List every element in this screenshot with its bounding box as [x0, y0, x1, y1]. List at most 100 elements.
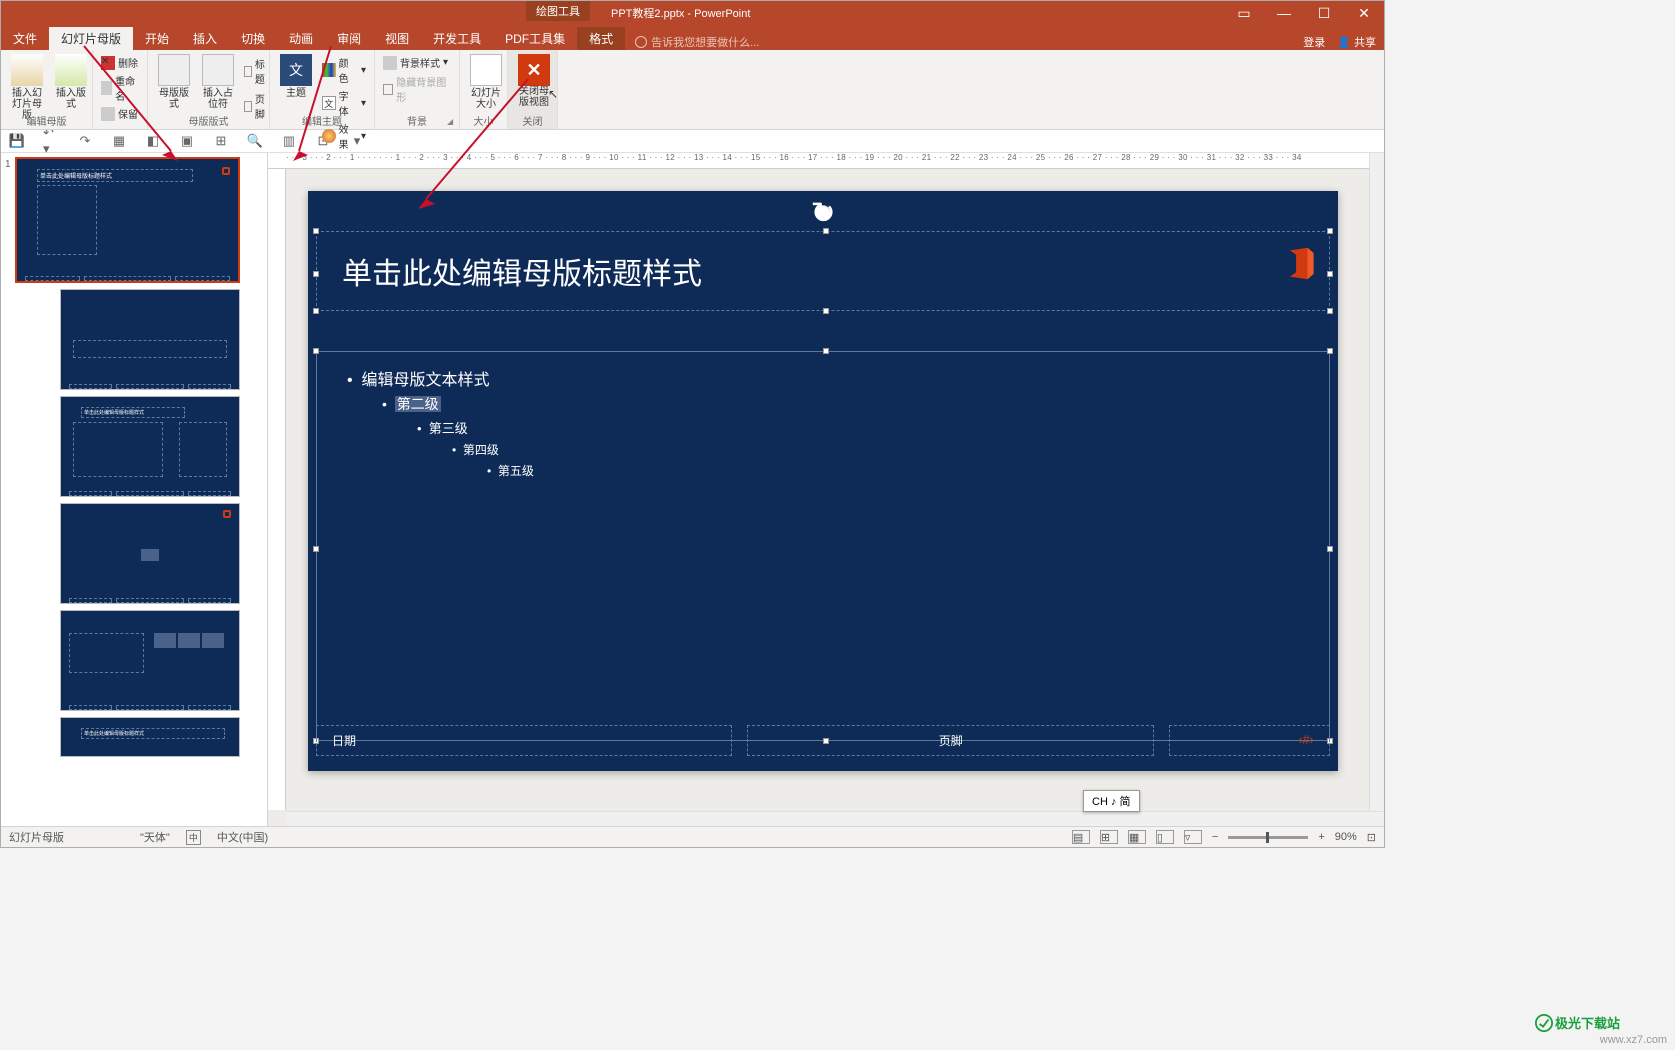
master-layout-button[interactable]: 母版版式 — [154, 52, 194, 112]
zoom-slider[interactable] — [1228, 836, 1308, 839]
resize-handle[interactable] — [313, 348, 319, 354]
title-placeholder[interactable]: 单击此处编辑母版标题样式 ↻ — [316, 231, 1330, 311]
status-lang-icon: 中 — [186, 830, 201, 845]
close-window-button[interactable]: ✕ — [1344, 1, 1384, 25]
tab-transitions[interactable]: 切换 — [229, 27, 277, 50]
footer-checkbox[interactable]: 页脚 — [242, 90, 270, 122]
bullet-level-3: • 第三级 — [417, 418, 1309, 437]
qat-icon-7[interactable]: ⊞ — [213, 133, 229, 149]
layout-thumbnail-3[interactable] — [60, 503, 263, 604]
master-thumbnail[interactable]: 1 单击此处编辑母版标题样式 — [15, 157, 263, 283]
status-bar: 幻灯片母版 "天体" 中 中文(中国) ▤ ⊞ ▦ ▯ ▿ − + 90% ⊡ — [1, 826, 1384, 847]
watermark-logo: 极光下载站 — [1535, 1013, 1620, 1032]
layout-thumbnail-4[interactable] — [60, 610, 263, 711]
resize-handle[interactable] — [1327, 308, 1333, 314]
insert-placeholder-button[interactable]: 插入占位符 — [198, 52, 238, 112]
footer-placeholder[interactable]: 页脚 — [747, 725, 1154, 756]
zoom-out-button[interactable]: − — [1212, 831, 1218, 843]
layout-thumbnail-2[interactable]: 单击此处编辑母版标题样式 — [60, 396, 263, 497]
bullet-level-4: • 第四级 — [452, 441, 1309, 458]
notes-button[interactable]: ▤ — [1072, 830, 1090, 844]
thumbnail-panel[interactable]: 1 单击此处编辑母版标题样式 单击此处编辑母版标题样式 — [1, 153, 268, 826]
group-label-edit-theme: 编辑主题 — [302, 113, 342, 128]
slide-size-button[interactable]: 幻灯片大小 — [466, 52, 506, 112]
save-icon[interactable]: 💾 — [9, 133, 25, 149]
qat-icon-8[interactable]: 🔍 — [247, 133, 263, 149]
zoom-in-button[interactable]: + — [1318, 831, 1324, 843]
group-label-master-layout: 母版版式 — [189, 113, 229, 128]
vertical-ruler — [268, 169, 286, 810]
horizontal-ruler: · · · 3 · · · 2 · · · 1 · · · · · · · 1 … — [268, 153, 1384, 169]
vertical-scrollbar[interactable] — [1369, 153, 1384, 811]
status-mode: 幻灯片母版 — [9, 829, 64, 845]
background-launcher-icon[interactable]: ◢ — [447, 117, 457, 127]
login-link[interactable]: 登录 — [1303, 34, 1325, 50]
tab-review[interactable]: 审阅 — [325, 27, 373, 50]
fit-to-window-button[interactable]: ⊡ — [1367, 831, 1376, 844]
undo-icon[interactable]: ↶ ▾ — [43, 133, 59, 149]
resize-handle[interactable] — [313, 308, 319, 314]
resize-handle[interactable] — [823, 308, 829, 314]
title-checkbox[interactable]: 标题 — [242, 55, 270, 87]
rename-button[interactable]: 重命名 — [99, 72, 141, 104]
body-placeholder[interactable]: • 编辑母版文本样式 • 第二级 • 第三级 • 第四级 • 第五级 — [316, 351, 1330, 741]
resize-handle[interactable] — [313, 546, 319, 552]
slideshow-button[interactable]: ▿ — [1184, 830, 1202, 844]
tab-insert[interactable]: 插入 — [181, 27, 229, 50]
tab-format[interactable]: 格式 — [577, 27, 625, 50]
redo-icon[interactable]: ↷ — [77, 133, 93, 149]
tab-home[interactable]: 开始 — [133, 27, 181, 50]
tab-animations[interactable]: 动画 — [277, 27, 325, 50]
resize-handle[interactable] — [313, 271, 319, 277]
ribbon-options-icon[interactable]: ▭ — [1224, 1, 1264, 25]
quick-access-toolbar: 💾 ↶ ▾ ↷ ▦ ◧ ▣ ⊞ 🔍 ▥ ⊡ ▾ — [1, 130, 1384, 153]
zoom-level[interactable]: 90% — [1335, 831, 1357, 843]
themes-button[interactable]: 文主题 — [276, 52, 316, 101]
background-styles-button[interactable]: 背景样式 ▾ — [381, 54, 453, 71]
page-number-placeholder[interactable]: ‹#› — [1169, 725, 1330, 756]
resize-handle[interactable] — [823, 348, 829, 354]
qat-icon-6[interactable]: ▣ — [179, 133, 195, 149]
reading-view-button[interactable]: ▯ — [1156, 830, 1174, 844]
cursor-icon: ↖ — [548, 87, 558, 101]
group-label-background: 背景 — [407, 113, 427, 128]
status-language[interactable]: 中文(中国) — [217, 829, 268, 845]
insert-layout-button[interactable]: 插入版式 — [51, 52, 91, 112]
resize-handle[interactable] — [1327, 348, 1333, 354]
share-button[interactable]: 👤 共享 — [1337, 34, 1376, 50]
date-placeholder[interactable]: 日期 — [316, 725, 732, 756]
maximize-button[interactable]: ☐ — [1304, 1, 1344, 25]
tell-me-search[interactable]: 告诉我您想要做什么... — [635, 34, 759, 50]
resize-handle[interactable] — [823, 228, 829, 234]
sorter-view-button[interactable]: ▦ — [1128, 830, 1146, 844]
tab-developer[interactable]: 开发工具 — [421, 27, 493, 50]
normal-view-button[interactable]: ⊞ — [1100, 830, 1118, 844]
minimize-button[interactable]: — — [1264, 1, 1304, 25]
slide-canvas[interactable]: 单击此处编辑母版标题样式 ↻ • 编辑母版文本样式 • 第二级 — [308, 191, 1338, 771]
qat-icon-5[interactable]: ◧ — [145, 133, 161, 149]
office-logo-icon — [1283, 246, 1318, 281]
layout-thumbnail-5[interactable]: 单击此处编辑母版标题样式 — [60, 717, 263, 757]
rotation-handle-icon[interactable]: ↻ — [815, 205, 831, 221]
tab-pdf-tools[interactable]: PDF工具集 — [493, 27, 577, 50]
tab-slide-master[interactable]: 幻灯片母版 — [49, 27, 133, 50]
preserve-button[interactable]: 保留 — [99, 105, 141, 122]
group-label-close: 关闭 — [523, 113, 543, 128]
ime-indicator[interactable]: CH ♪ 简 — [1083, 790, 1140, 812]
resize-handle[interactable] — [1327, 228, 1333, 234]
delete-button[interactable]: ✕删除 — [99, 54, 141, 71]
tab-file[interactable]: 文件 — [1, 27, 49, 50]
resize-handle[interactable] — [1327, 546, 1333, 552]
title-bar: 绘图工具 PPT教程2.pptx - PowerPoint ▭ — ☐ ✕ — [1, 1, 1384, 25]
layout-thumbnail-1[interactable] — [60, 289, 263, 390]
lightbulb-icon — [635, 36, 647, 48]
status-font: "天体" — [140, 829, 170, 845]
qat-icon-4[interactable]: ▦ — [111, 133, 127, 149]
horizontal-scrollbar[interactable] — [286, 811, 1384, 826]
bullet-level-2: • 第二级 — [382, 394, 1309, 414]
close-master-view-button[interactable]: ✕关闭母版视图 — [514, 52, 554, 110]
resize-handle[interactable] — [313, 228, 319, 234]
tab-view[interactable]: 视图 — [373, 27, 421, 50]
resize-handle[interactable] — [1327, 271, 1333, 277]
colors-button[interactable]: 颜色 ▾ — [320, 54, 368, 86]
